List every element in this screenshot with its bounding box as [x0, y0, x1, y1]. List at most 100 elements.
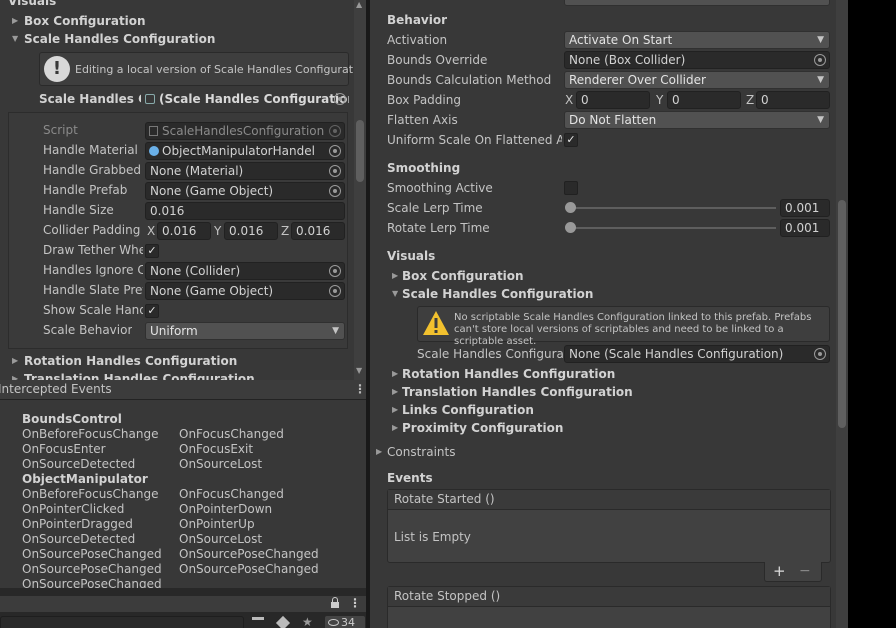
bounds-override-field[interactable]: None (Box Collider) — [564, 51, 830, 69]
smoothing-active-checkbox[interactable] — [564, 181, 578, 195]
rotation-handles-foldout-right[interactable]: Rotation Handles Configuration — [402, 367, 615, 381]
rotate-lerp-slider-track[interactable] — [568, 227, 776, 229]
box-padding-y-field[interactable]: 0 — [667, 91, 741, 109]
object-picker-icon[interactable] — [329, 265, 341, 277]
left-scrollbar[interactable]: ▲ ▼ — [354, 0, 366, 380]
scale-handles-field-value: (Scale Handles Configuration — [159, 92, 349, 106]
hierarchy-icon[interactable] — [252, 617, 264, 627]
panel-menu-icon[interactable]: ⋮ — [354, 382, 366, 396]
flatten-axis-dropdown[interactable]: Do Not Flatten ▼ — [564, 111, 830, 129]
rotate-lerp-field[interactable]: 0.001 — [780, 219, 830, 237]
scriptable-icon — [145, 94, 155, 104]
slate-prefab-label: Handle Slate Pref — [43, 283, 143, 297]
box-config-foldout-right[interactable]: Box Configuration — [402, 269, 524, 283]
intercepted-events-panel: Intercepted Events ⋮ BoundsControl OnBefo… — [0, 380, 366, 588]
object-picker-icon[interactable] — [329, 285, 341, 297]
info-helpbox: ! Editing a local version of Scale Handl… — [39, 52, 366, 86]
handle-size-field[interactable]: 0.016 — [145, 202, 345, 220]
translation-handles-foldout[interactable]: Translation Handles Configuration — [24, 372, 255, 380]
remove-listener-button[interactable]: − — [799, 563, 811, 579]
scale-handles-fold-icon[interactable]: ▼ — [12, 34, 18, 43]
scale-lerp-slider-track[interactable] — [568, 207, 776, 209]
rotation-handles-fold-icon[interactable]: ▶ — [12, 356, 18, 365]
constraints-foldout[interactable]: Constraints — [387, 445, 455, 459]
links-config-fold-icon[interactable]: ▶ — [392, 405, 398, 414]
bounds-override-value: None (Box Collider) — [569, 53, 686, 67]
bounds-calc-dropdown[interactable]: Renderer Over Collider ▼ — [564, 71, 830, 89]
object-picker-icon[interactable] — [329, 165, 341, 177]
material-icon — [149, 146, 159, 156]
show-scale-checkbox[interactable]: ✓ — [145, 304, 159, 318]
box-padding-x-field[interactable]: 0 — [576, 91, 650, 109]
chevron-down-icon: ▼ — [817, 75, 824, 85]
kebab-menu-icon[interactable]: ⋮ — [349, 596, 361, 610]
add-listener-button[interactable]: + — [773, 562, 786, 580]
search-bar[interactable] — [0, 616, 244, 628]
left-scroll-thumb[interactable] — [356, 120, 364, 182]
uniform-scale-label: Uniform Scale On Flattened Axi — [387, 133, 562, 147]
scale-lerp-slider-knob[interactable] — [565, 202, 576, 213]
ignore-collider-value: None (Collider) — [150, 264, 241, 278]
behavior-header: Behavior — [387, 13, 448, 27]
lock-icon[interactable] — [330, 597, 340, 609]
box-config-fold-icon[interactable]: ▶ — [392, 271, 398, 280]
collider-x-field[interactable]: 0.016 — [157, 222, 211, 240]
activation-dropdown[interactable]: Activate On Start ▼ — [564, 31, 830, 49]
rotation-handles-foldout[interactable]: Rotation Handles Configuration — [24, 354, 237, 368]
left-inspector-panel: Visuals ▶ Box Configuration ▼ Scale Hand… — [0, 0, 366, 380]
draw-tether-label: Draw Tether Whe — [43, 243, 143, 257]
handle-size-label: Handle Size — [43, 203, 114, 217]
translation-handles-foldout-right[interactable]: Translation Handles Configuration — [402, 385, 633, 399]
object-picker-icon[interactable] — [329, 145, 341, 157]
links-config-foldout[interactable]: Links Configuration — [402, 403, 534, 417]
rotate-started-empty: List is Empty — [394, 530, 471, 544]
slate-prefab-field[interactable]: None (Game Object) — [145, 282, 345, 300]
constraints-fold-icon[interactable]: ▶ — [376, 447, 382, 456]
handle-grabbed-field[interactable]: None (Material) — [145, 162, 345, 180]
right-scrollbar[interactable] — [836, 0, 848, 628]
visible-count: 34 — [341, 616, 355, 628]
scale-handles-field-label: Scale Handles Co — [39, 92, 141, 106]
star-icon[interactable]: ★ — [302, 615, 313, 628]
outer-black-margin — [848, 0, 896, 628]
scale-handles-fold-icon[interactable]: ▼ — [392, 289, 398, 298]
rotate-lerp-slider-knob[interactable] — [565, 222, 576, 233]
scroll-down-icon[interactable]: ▼ — [356, 366, 362, 375]
tag-icon[interactable] — [275, 615, 291, 628]
proximity-config-foldout[interactable]: Proximity Configuration — [402, 421, 563, 435]
scale-handles-field-right[interactable]: None (Scale Handles Configuration) — [564, 345, 830, 363]
box-padding-z-field[interactable]: 0 — [756, 91, 830, 109]
chevron-down-icon: ▼ — [332, 326, 339, 336]
scale-handles-object-field[interactable]: (Scale Handles Configuration — [143, 91, 349, 109]
box-config-fold-icon[interactable]: ▶ — [12, 16, 18, 25]
ignore-collider-field[interactable]: None (Collider) — [145, 262, 345, 280]
show-scale-label: Show Scale Hand — [43, 303, 143, 317]
object-picker-icon[interactable] — [814, 54, 826, 66]
proximity-config-fold-icon[interactable]: ▶ — [392, 423, 398, 432]
object-picker-icon[interactable] — [814, 348, 826, 360]
scale-handles-foldout-right[interactable]: Scale Handles Configuration — [402, 287, 593, 301]
scale-lerp-field[interactable]: 0.001 — [780, 199, 830, 217]
object-picker-icon[interactable] — [329, 185, 341, 197]
right-scroll-thumb[interactable] — [838, 200, 846, 428]
uniform-scale-checkbox[interactable]: ✓ — [564, 133, 578, 147]
rotation-handles-fold-icon[interactable]: ▶ — [392, 369, 398, 378]
collider-y-field[interactable]: 0.016 — [224, 222, 278, 240]
info-icon: ! — [44, 56, 70, 82]
object-picker-icon[interactable] — [334, 93, 346, 105]
translation-handles-fold-icon[interactable]: ▶ — [392, 387, 398, 396]
handle-prefab-field[interactable]: None (Game Object) — [145, 182, 345, 200]
handle-prefab-value: None (Game Object) — [150, 184, 274, 198]
visibility-count-badge[interactable]: 34 — [325, 616, 365, 628]
collider-z-field[interactable]: 0.016 — [291, 222, 345, 240]
draw-tether-checkbox[interactable]: ✓ — [145, 244, 159, 258]
warning-helpbox: No scriptable Scale Handles Configuratio… — [417, 306, 830, 347]
scroll-up-icon[interactable]: ▲ — [356, 0, 362, 9]
scale-behavior-dropdown[interactable]: Uniform ▼ — [145, 322, 345, 340]
scale-handles-foldout[interactable]: Scale Handles Configuration — [24, 32, 215, 46]
script-value: ScaleHandlesConfiguration — [162, 124, 325, 138]
box-config-foldout[interactable]: Box Configuration — [24, 14, 146, 28]
toolbar-top-strip — [0, 596, 366, 612]
box-padding-label: Box Padding — [387, 93, 461, 107]
handle-material-field[interactable]: ObjectManipulatorHandel — [145, 142, 345, 160]
